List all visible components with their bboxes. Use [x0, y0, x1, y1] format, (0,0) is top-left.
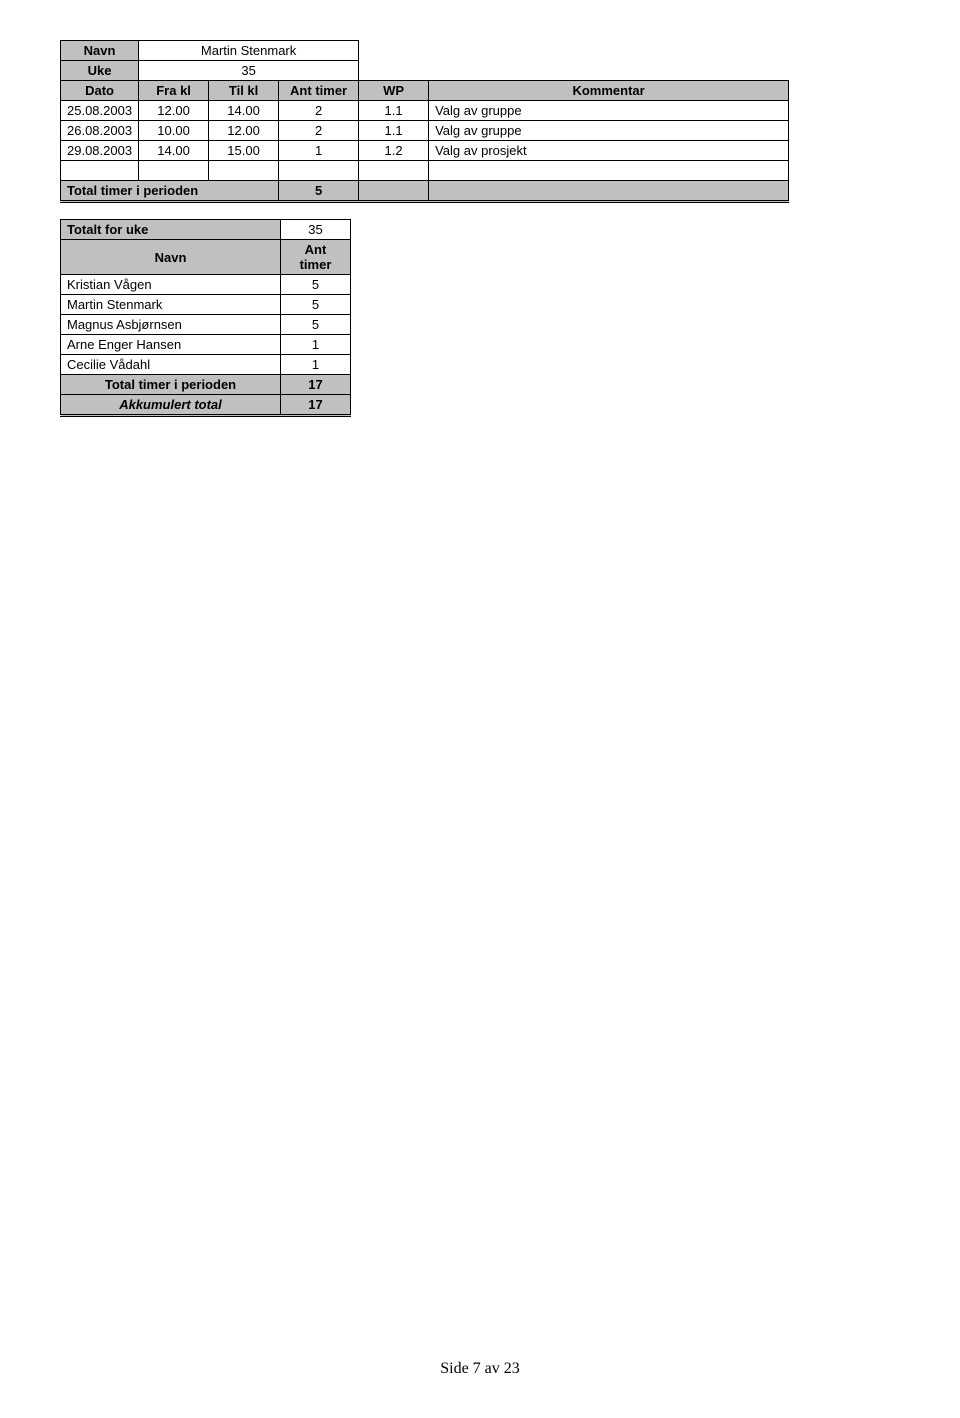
value-navn: Martin Stenmark [139, 41, 359, 61]
col-anttimer: Ant timer [279, 81, 359, 101]
summary-table: Totalt for uke 35 Navn Ant timer Kristia… [60, 219, 351, 417]
col-ant-timer: Ant timer [281, 240, 351, 275]
page-footer: Side 7 av 23 [0, 1360, 960, 1378]
value-uke: 35 [139, 61, 359, 81]
label-navn: Navn [61, 41, 139, 61]
total-value: 5 [279, 181, 359, 202]
col-wp: WP [359, 81, 429, 101]
summary-title-label: Totalt for uke [61, 220, 281, 240]
table-row: 29.08.2003 14.00 15.00 1 1.2 Valg av pro… [61, 141, 789, 161]
table-row: 26.08.2003 10.00 12.00 2 1.1 Valg av gru… [61, 121, 789, 141]
summary-akkum-value: 17 [281, 395, 351, 416]
summary-akkum-row: Akkumulert total 17 [61, 395, 351, 416]
col-kommentar: Kommentar [429, 81, 789, 101]
col-frakl: Fra kl [139, 81, 209, 101]
table-row: 25.08.2003 12.00 14.00 2 1.1 Valg av gru… [61, 101, 789, 121]
table-row: Cecilie Vådahl 1 [61, 355, 351, 375]
summary-title-value: 35 [281, 220, 351, 240]
timesheet-table: Navn Martin Stenmark Uke 35 Dato Fra kl … [60, 40, 789, 203]
table-row: Magnus Asbjørnsen 5 [61, 315, 351, 335]
empty-row [61, 161, 789, 181]
summary-total-value: 17 [281, 375, 351, 395]
total-label: Total timer i perioden [61, 181, 279, 202]
col-tilkl: Til kl [209, 81, 279, 101]
col-dato: Dato [61, 81, 139, 101]
col-navn: Navn [61, 240, 281, 275]
table-row: Martin Stenmark 5 [61, 295, 351, 315]
summary-total-label: Total timer i perioden [61, 375, 281, 395]
summary-akkum-label: Akkumulert total [61, 395, 281, 416]
table-row: Kristian Vågen 5 [61, 275, 351, 295]
summary-total-row: Total timer i perioden 17 [61, 375, 351, 395]
total-row: Total timer i perioden 5 [61, 181, 789, 202]
label-uke: Uke [61, 61, 139, 81]
table-row: Arne Enger Hansen 1 [61, 335, 351, 355]
